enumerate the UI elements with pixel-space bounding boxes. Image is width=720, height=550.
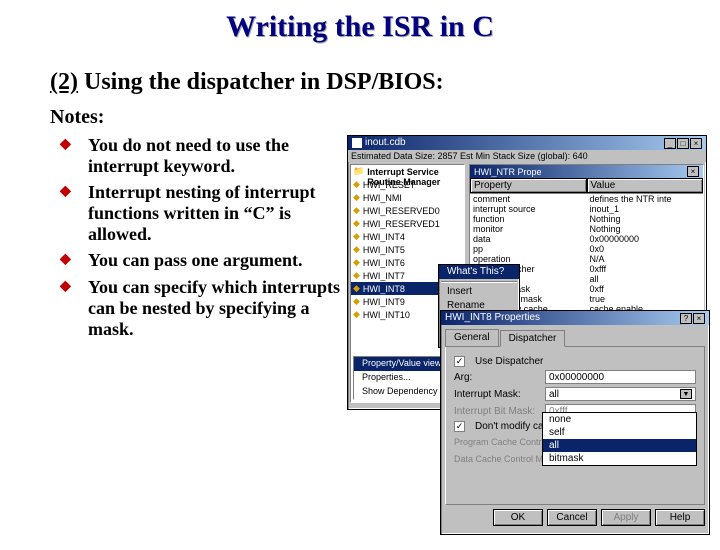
diamond-icon: ◆ (353, 179, 360, 190)
prop-row[interactable]: data0x00000000 (470, 234, 703, 244)
diamond-icon: ◆ (353, 257, 360, 268)
mask-option-selected[interactable]: all (543, 439, 696, 452)
dont-modify-checkbox[interactable]: ✓ (454, 421, 465, 432)
tab-dispatcher[interactable]: Dispatcher (500, 330, 566, 347)
tab-row: General Dispatcher (445, 329, 705, 347)
mask-option[interactable]: none (543, 413, 696, 426)
slide-title: Writing the ISR in C (0, 10, 720, 44)
diamond-icon: ◆ (353, 231, 360, 242)
tree-item[interactable]: ◆HWI_RESERVED0 (351, 204, 464, 217)
prop-row[interactable]: interrupt sourceinout_1 (470, 204, 703, 214)
note-item: Interrupt nesting of interrupt functions… (60, 182, 340, 244)
arg-label: Arg: (454, 372, 539, 383)
chevron-down-icon[interactable]: ▼ (680, 389, 692, 399)
help-button[interactable]: Help (655, 509, 705, 526)
main-window-titlebar: inout.cdb _ □ × (348, 136, 706, 150)
status-line: Estimated Data Size: 2857 Est Min Stack … (348, 150, 706, 162)
arg-field[interactable]: 0x00000000 (545, 370, 696, 384)
dialog-close-button[interactable]: × (693, 313, 705, 324)
ctx-insert[interactable]: Insert (439, 285, 519, 299)
dialog-help-button[interactable]: ? (680, 313, 692, 324)
close-button[interactable]: × (690, 138, 702, 149)
slide-subtitle: (2) Using the dispatcher in DSP/BIOS: (50, 69, 720, 96)
prop-row[interactable]: pp0x0 (470, 244, 703, 254)
use-dispatcher-row: ✓ Use Dispatcher (454, 356, 696, 367)
bitmask-label: Interrupt Bit Mask: (454, 406, 539, 417)
note-item: You can pass one argument. (60, 250, 340, 271)
tree-item[interactable]: ◆HWI_INT5 (351, 243, 464, 256)
notes-list: You do not need to use the interrupt key… (60, 135, 340, 339)
tree-item[interactable]: ◆HWI_NMI (351, 191, 464, 204)
diamond-icon: ◆ (353, 205, 360, 216)
mask-option[interactable]: self (543, 426, 696, 439)
dialog-title: HWI_INT8 Properties (445, 311, 540, 325)
minimize-button[interactable]: _ (664, 138, 676, 149)
prop-row[interactable]: commentdefines the NTR inte (470, 194, 703, 204)
diamond-icon: ◆ (353, 218, 360, 229)
properties-dialog: HWI_INT8 Properties ? × General Dispatch… (440, 310, 710, 535)
prop-row[interactable]: operationN/A (470, 254, 703, 264)
apply-button[interactable]: Apply (601, 509, 651, 526)
use-dispatcher-checkbox[interactable]: ✓ (454, 356, 465, 367)
subtitle-prefix: (2) (50, 69, 78, 95)
tab-general[interactable]: General (445, 329, 499, 346)
ok-button[interactable]: OK (493, 509, 543, 526)
col-value[interactable]: Value (587, 178, 704, 193)
interrupt-mask-label: Interrupt Mask: (454, 389, 539, 400)
whats-this-button[interactable]: What's This? (439, 265, 519, 279)
prop-row[interactable]: functionNothing (470, 214, 703, 224)
col-property[interactable]: Property (470, 178, 587, 193)
interrupt-mask-select[interactable]: all▼ (545, 387, 696, 401)
folder-icon: 📁 (353, 166, 364, 177)
diamond-icon: ◆ (353, 192, 360, 203)
prop-titlebar: HWI_NTR Prope × (470, 165, 703, 178)
diamond-icon: ◆ (353, 296, 360, 307)
tree-item[interactable]: ◆HWI_RESERVED1 (351, 217, 464, 230)
note-item: You do not need to use the interrupt key… (60, 135, 340, 176)
use-dispatcher-label: Use Dispatcher (475, 356, 543, 367)
notes-heading: Notes: (50, 106, 720, 129)
prop-row[interactable]: monitorNothing (470, 224, 703, 234)
mask-option[interactable]: bitmask (543, 452, 696, 465)
diamond-icon: ◆ (353, 270, 360, 281)
app-icon (352, 138, 362, 148)
diamond-icon: ◆ (353, 283, 360, 294)
maximize-button[interactable]: □ (677, 138, 689, 149)
diamond-icon: ◆ (353, 244, 360, 255)
note-item: You can specify which interrupts can be … (60, 277, 340, 339)
main-window-title: inout.cdb (365, 136, 406, 150)
tree-root[interactable]: 📁HWI - Hardware Interrupt Service Routin… (351, 165, 464, 178)
subtitle-rest: Using the dispatcher in DSP/BIOS: (78, 69, 444, 95)
tree-item[interactable]: ◆HWI_INT4 (351, 230, 464, 243)
prop-close-button[interactable]: × (687, 166, 699, 177)
dialog-titlebar: HWI_INT8 Properties ? × (441, 311, 709, 325)
diamond-icon: ◆ (353, 309, 360, 320)
mask-dropdown-list: none self all bitmask (542, 412, 697, 466)
cancel-button[interactable]: Cancel (547, 509, 597, 526)
